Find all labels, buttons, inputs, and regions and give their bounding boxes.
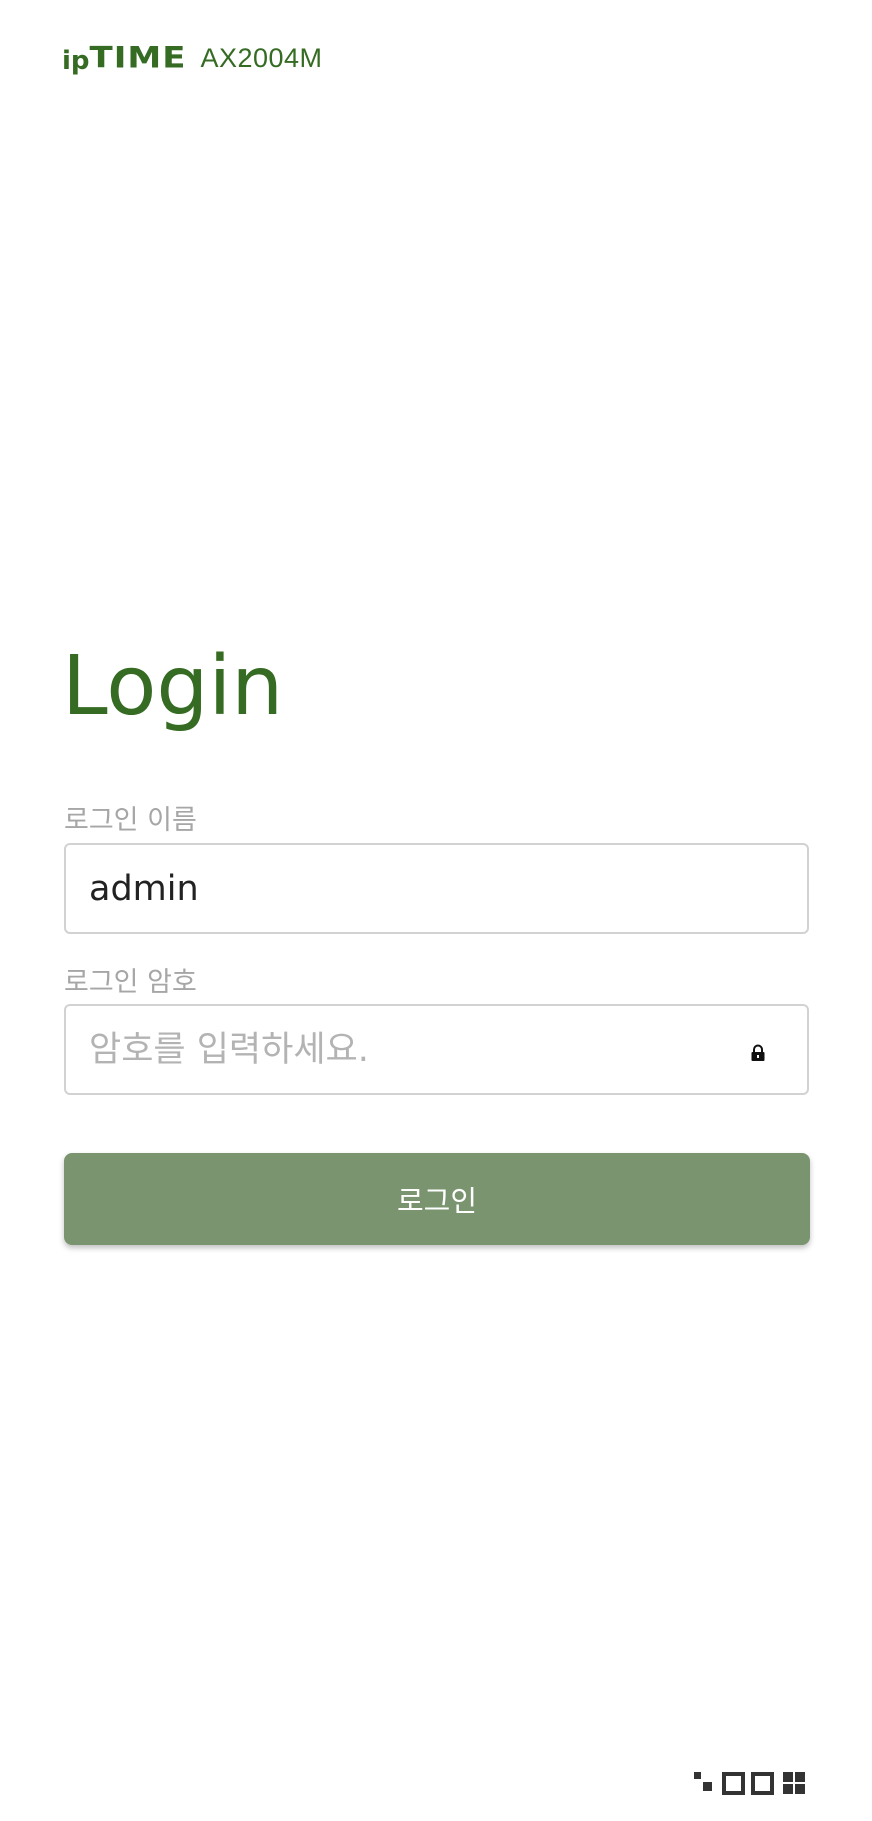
username-input[interactable] xyxy=(66,845,729,932)
blocks-logo-icon xyxy=(694,1772,805,1795)
password-label: 로그인 암호 xyxy=(64,967,197,998)
iptime-logo: ip TIME xyxy=(62,38,186,78)
logo-time-text: TIME xyxy=(89,41,187,75)
logo-ip-text: ip xyxy=(62,46,90,76)
page-title: Login xyxy=(62,639,284,734)
model-name: AX2004M xyxy=(200,42,323,73)
password-field-container xyxy=(64,1004,809,1095)
lock-icon xyxy=(751,1044,765,1061)
password-input[interactable] xyxy=(66,1006,729,1093)
header: ip TIME AX2004M xyxy=(62,36,323,80)
login-button[interactable]: 로그인 xyxy=(64,1153,810,1245)
username-label: 로그인 이름 xyxy=(64,805,197,836)
username-field-container xyxy=(64,843,809,934)
